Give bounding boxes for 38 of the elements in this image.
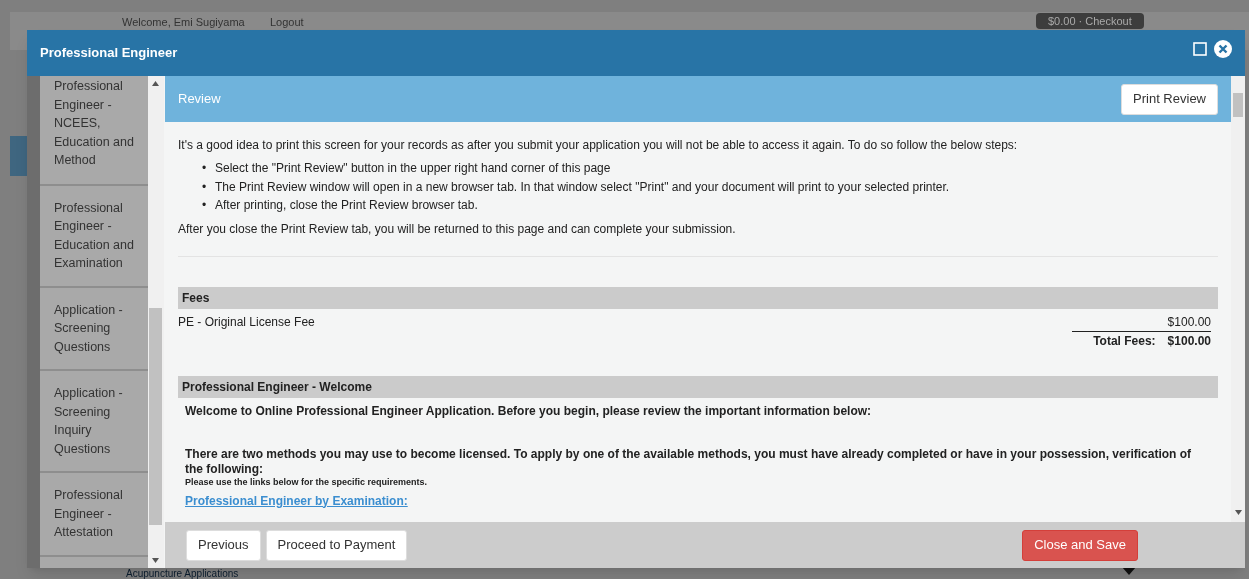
step-item: The Print Review window will open in a new browser tab. In that window select "Print" and your document will print to your selected printer. bbox=[215, 178, 950, 196]
total-label: Total Fees: bbox=[1093, 332, 1156, 350]
fee-amount: $100.00 bbox=[1167, 313, 1211, 331]
examination-link[interactable]: Professional Engineer by Examination: bbox=[185, 493, 408, 509]
content-scrollbar[interactable] bbox=[1231, 76, 1245, 522]
scroll-thumb[interactable] bbox=[1233, 93, 1243, 117]
logout-link[interactable]: Logout bbox=[270, 14, 304, 31]
scroll-down-icon[interactable] bbox=[152, 558, 159, 563]
methods-text: There are two methods you may use to become licensed. To apply by one of the available methods, you must have already completed or have in your possession, verification of the following: bbox=[185, 446, 1193, 477]
section-heading: Acupuncture Applications bbox=[126, 568, 239, 579]
scroll-up-icon[interactable] bbox=[152, 81, 159, 86]
footer-button[interactable]: Previous bbox=[186, 529, 261, 561]
welcome-text: Welcome to Online Professional Engineer Application. Before you begin, please review the important information below: bbox=[185, 402, 873, 419]
bullet-marker: • bbox=[202, 178, 208, 196]
welcome-text: Welcome, Emi Sugiyama bbox=[122, 15, 245, 30]
scrollbar[interactable] bbox=[148, 76, 164, 568]
close-and-save-button[interactable]: Close and Save bbox=[1022, 529, 1138, 561]
instruction-text: It's a good idea to print this screen for your records as after you submit your application you will not be able to access it again. To do so follow the below steps: bbox=[178, 137, 1019, 153]
bullet-marker: • bbox=[202, 160, 208, 177]
total-amount: $100.00 bbox=[1167, 332, 1211, 350]
close-icon[interactable] bbox=[1214, 40, 1232, 58]
scroll-down-icon[interactable] bbox=[1235, 510, 1242, 515]
bullet-marker: • bbox=[202, 197, 208, 214]
fee-name: PE - Original License Fee bbox=[178, 313, 315, 331]
background-panel bbox=[10, 136, 30, 176]
footer-button[interactable]: Proceed to Payment bbox=[265, 529, 408, 561]
welcome-title: Professional Engineer - Welcome bbox=[182, 378, 372, 396]
fees-title: Fees bbox=[182, 289, 210, 307]
window-title: Professional Engineer bbox=[40, 44, 178, 63]
instruction-text: After you close the Print Review tab, you will be returned to this page and can complete your submission. bbox=[178, 220, 737, 237]
note-text: Please use the links below for the specific requirements. bbox=[185, 476, 429, 488]
step-item: After printing, close the Print Review browser tab. bbox=[215, 197, 478, 214]
section-title: Review bbox=[178, 90, 221, 109]
print-review-button[interactable]: Print Review bbox=[1121, 83, 1218, 115]
maximize-icon[interactable] bbox=[1193, 42, 1207, 56]
step-item: Select the "Print Review" button in the upper right hand corner of this page bbox=[215, 160, 611, 177]
scroll-thumb[interactable] bbox=[149, 308, 162, 525]
checkout-button[interactable]: $0.00 · Checkout bbox=[1036, 13, 1144, 29]
